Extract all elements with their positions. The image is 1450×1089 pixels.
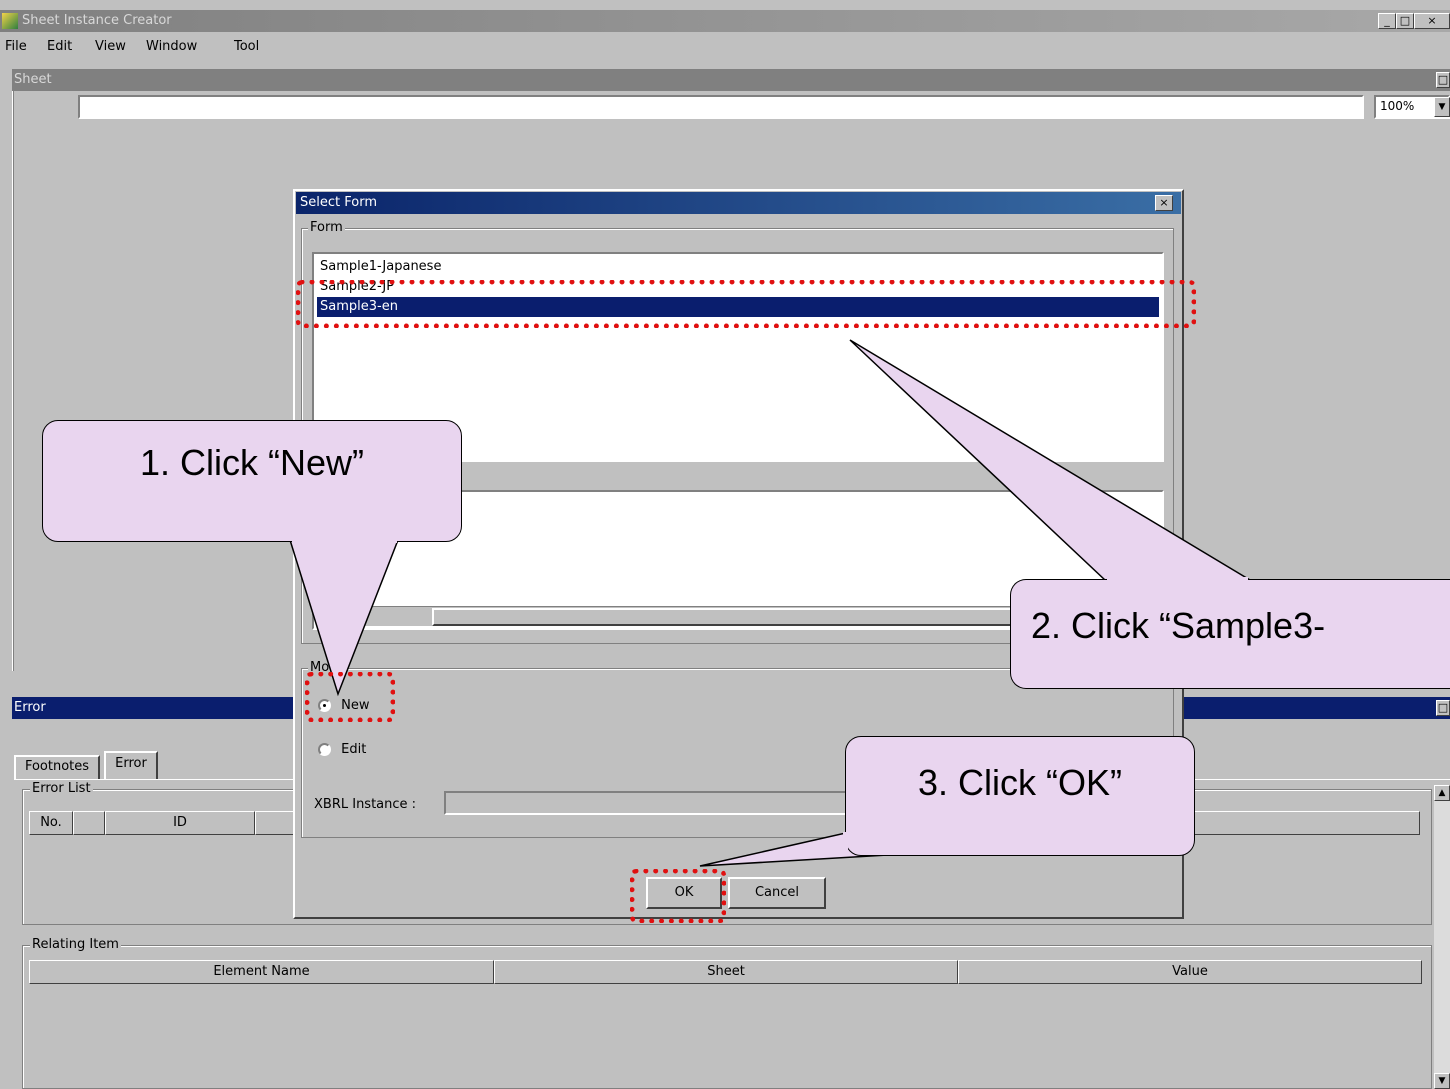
menu-tool[interactable]: Tool xyxy=(234,34,259,60)
tab-error[interactable]: Error xyxy=(104,751,158,779)
highlight-new xyxy=(305,672,395,722)
relating-item-label: Relating Item xyxy=(30,937,121,952)
form-group-label: Form xyxy=(308,220,345,235)
xbrl-instance-label: XBRL Instance : xyxy=(314,797,417,812)
radio-edit-icon[interactable] xyxy=(318,743,331,756)
relating-col-sheet[interactable]: Sheet xyxy=(494,960,958,984)
error-maximize-button[interactable]: □ xyxy=(1436,700,1450,716)
scroll-up-icon[interactable]: ▲ xyxy=(1434,785,1450,801)
cancel-button[interactable]: Cancel xyxy=(728,877,826,909)
error-list-label: Error List xyxy=(30,781,93,796)
dialog-close-icon[interactable]: × xyxy=(1155,195,1173,211)
mode-edit-radio[interactable]: Edit xyxy=(318,740,366,760)
callout2-joint xyxy=(1107,577,1248,583)
close-button[interactable]: × xyxy=(1414,13,1450,29)
menu-file[interactable]: File xyxy=(5,34,27,60)
menu-view[interactable]: View xyxy=(95,34,126,60)
sheet-left-border xyxy=(12,91,14,671)
mode-edit-label: Edit xyxy=(341,742,367,757)
sheet-title: Sheet xyxy=(14,72,52,87)
app-title-bar xyxy=(0,10,1450,32)
error-title: Error xyxy=(14,700,46,715)
minimize-button[interactable]: _ xyxy=(1378,13,1396,29)
highlight-ok xyxy=(630,869,726,923)
cancel-button-label: Cancel xyxy=(754,885,800,900)
callout-step2: 2. Click “Sample3- xyxy=(1010,579,1450,689)
scroll-down-icon[interactable]: ▼ xyxy=(1434,1073,1450,1089)
callout-step1: 1. Click “New” xyxy=(42,420,462,542)
relating-col-value[interactable]: Value xyxy=(958,960,1422,984)
callout-step3: 3. Click “OK” xyxy=(845,736,1195,856)
form-item-sample1[interactable]: Sample1-Japanese xyxy=(317,257,1159,277)
sheet-title-bar xyxy=(12,69,1450,91)
menu-edit[interactable]: Edit xyxy=(47,34,72,60)
callout1-joint xyxy=(292,537,397,543)
menu-window[interactable]: Window xyxy=(146,34,197,60)
zoom-value: 100% xyxy=(1380,99,1415,113)
error-col-no[interactable]: No. xyxy=(29,811,73,835)
highlight-sample3 xyxy=(296,280,1196,328)
tab-footnotes[interactable]: Footnotes xyxy=(14,755,100,779)
error-scrollbar[interactable]: ▲ ▼ xyxy=(1434,785,1450,1089)
callout3-joint xyxy=(843,832,848,856)
zoom-select[interactable]: 100% ▼ xyxy=(1374,95,1450,119)
error-col-id[interactable]: ID xyxy=(105,811,255,835)
sheet-maximize-button[interactable]: □ xyxy=(1436,72,1450,88)
callout-step3-text: 3. Click “OK” xyxy=(917,762,1122,803)
error-col-blank[interactable] xyxy=(73,811,105,835)
sheet-address-field[interactable] xyxy=(78,95,1364,119)
maximize-button[interactable]: □ xyxy=(1396,13,1414,29)
menu-bar: File Edit View Window Tool xyxy=(0,34,1450,60)
zoom-dropdown-icon[interactable]: ▼ xyxy=(1434,97,1450,117)
relating-col-element-name[interactable]: Element Name xyxy=(29,960,494,984)
tab-footnotes-label: Footnotes xyxy=(24,759,90,774)
dialog-title-bar xyxy=(296,192,1181,214)
app-icon xyxy=(2,13,18,29)
app-title: Sheet Instance Creator xyxy=(22,13,172,28)
tab-error-label: Error xyxy=(115,756,147,771)
callout-step2-text: 2. Click “Sample3- xyxy=(1031,605,1326,646)
callout-step1-text: 1. Click “New” xyxy=(139,442,364,483)
dialog-title: Select Form xyxy=(300,195,377,210)
